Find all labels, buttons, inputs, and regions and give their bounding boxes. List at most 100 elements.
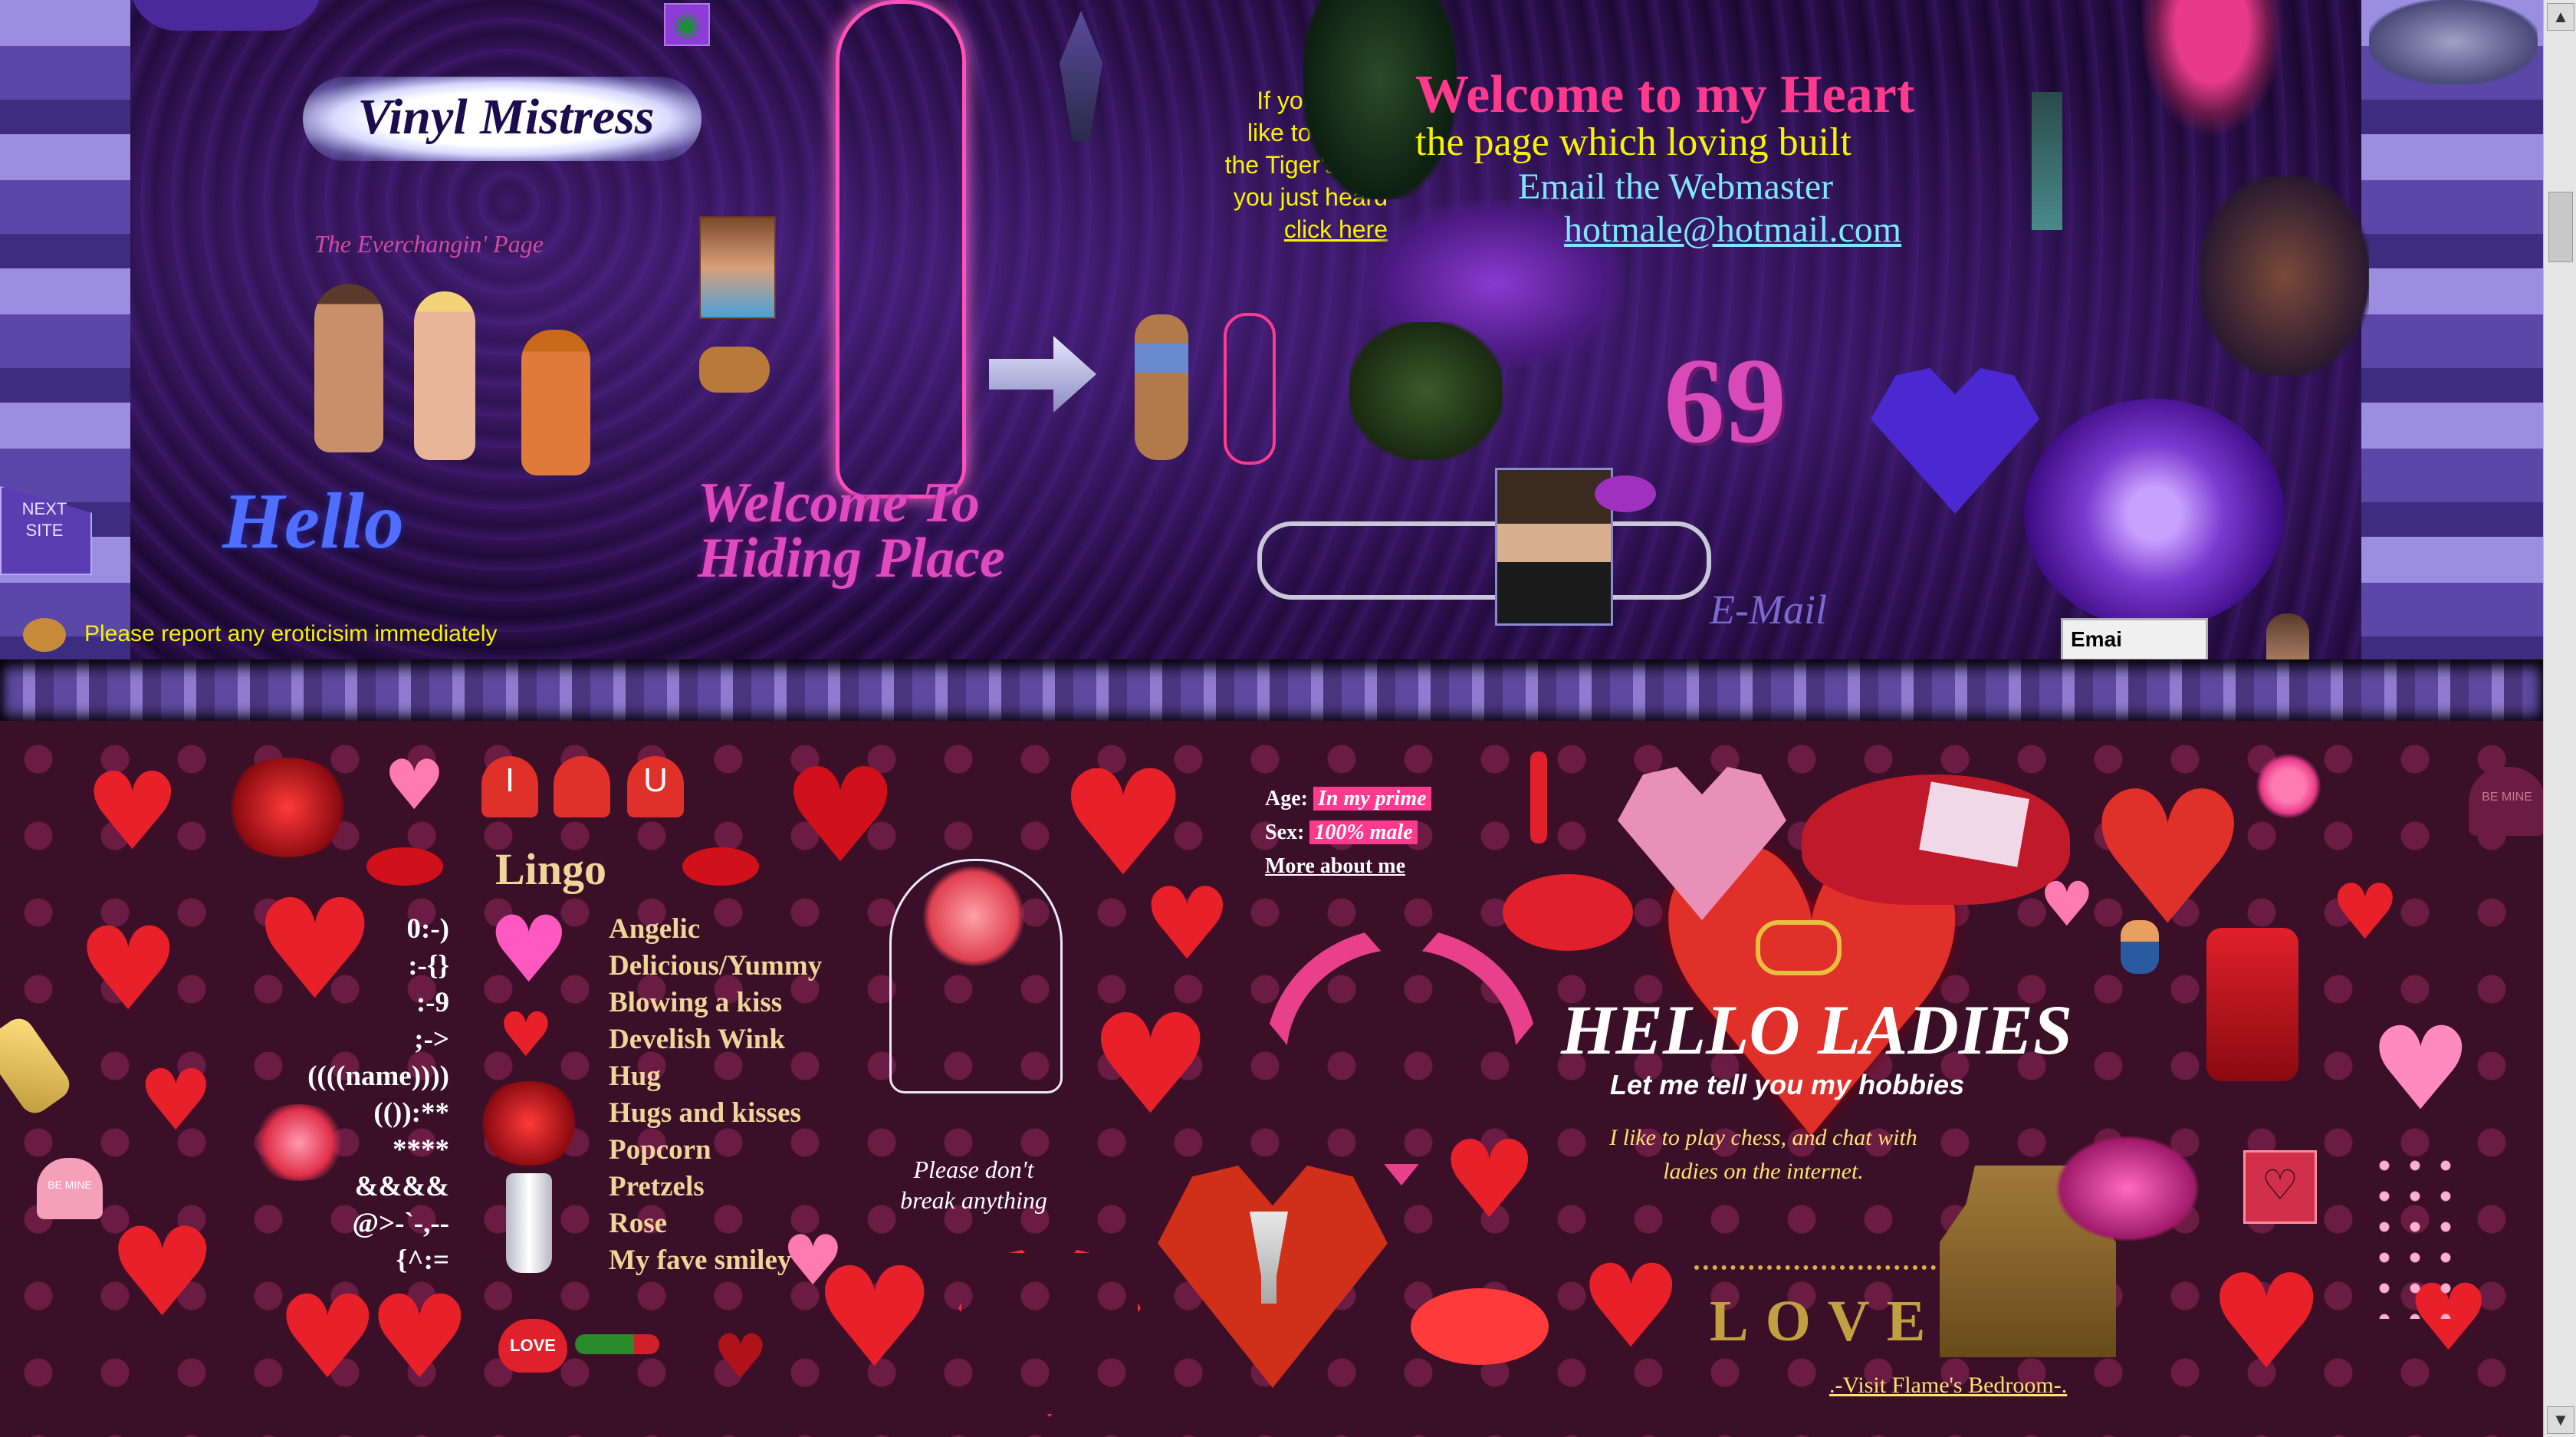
green-lantern xyxy=(2032,92,2062,230)
lingo-meaning: Delicious/Yummy xyxy=(609,950,823,982)
dancer-figure-2 xyxy=(414,291,475,460)
rose-border-strip xyxy=(0,659,2544,724)
lantern-ornament xyxy=(1060,11,1102,141)
heart-icon: ♥ xyxy=(84,750,181,875)
report-notice: Please report any eroticisim immediately xyxy=(84,621,498,646)
age-label: Age: xyxy=(1265,787,1308,811)
lingo-row: :-{} xyxy=(242,949,449,982)
sex-label: Sex: xyxy=(1265,820,1305,844)
hobbies-line-1: I like to play chess, and chat with xyxy=(1609,1125,1917,1150)
lingo-row: {^:= xyxy=(242,1244,449,1277)
caption-line-1: Please don't xyxy=(913,1156,1034,1183)
dancer-figure-1 xyxy=(314,284,383,452)
arrow-right-icon[interactable] xyxy=(989,336,1096,413)
heart-icon: ♥ xyxy=(1579,1241,1683,1374)
site-logo-text: Vinyl Mistress xyxy=(357,89,655,145)
lips-icon xyxy=(682,847,759,886)
lingo-row: :-9 xyxy=(242,986,449,1019)
heart-icon: ♥ xyxy=(2085,751,2251,966)
heart-icon: ♥ xyxy=(1441,1118,1538,1243)
pointing-hand-icon xyxy=(699,347,770,393)
email-script-text[interactable]: E-Mail xyxy=(1710,586,1827,633)
hearts-cluster xyxy=(2369,1150,2453,1319)
rose-dome-caption: Please don't break anything xyxy=(859,1154,1089,1215)
plant-pot xyxy=(1349,322,1503,460)
red-rose-icon xyxy=(222,758,353,857)
wolf-emblem xyxy=(2369,0,2538,84)
neon-dancer-figure xyxy=(1224,313,1276,465)
lips-icon xyxy=(366,847,443,886)
scroll-up-icon[interactable]: ▲ xyxy=(2547,3,2574,31)
hello-ladies-heading: HELLO LADIES xyxy=(1561,991,2073,1069)
lingo-meaning: Hugs and kisses xyxy=(609,1097,801,1129)
sex-value: 100% male xyxy=(1309,820,1418,844)
heart-u-badge: U xyxy=(627,756,684,817)
age-value: In my prime xyxy=(1313,787,1431,811)
lingo-code: 0:-) xyxy=(406,913,449,945)
click-here-link[interactable]: click here xyxy=(1142,213,1388,245)
be-mine-badge: BE MINE xyxy=(2469,767,2545,836)
heart-icon: ♥ xyxy=(107,1201,218,1344)
heart-icon: ♥ xyxy=(498,999,554,1070)
sparkle-heart xyxy=(1871,368,2039,514)
hello-text: Hello xyxy=(222,477,404,565)
dancer-figure-3 xyxy=(521,330,590,475)
lips-sparkle-icon xyxy=(2055,1135,2200,1242)
eye-icon[interactable]: ◉ xyxy=(664,3,710,46)
lips-icon xyxy=(23,618,66,652)
hobbies-line-2: ladies on the internet. xyxy=(1663,1159,1864,1184)
lingo-table: 0:-) Angelic :-{} Delicious/Yummy :-9 Bl… xyxy=(242,913,932,1276)
vertical-scrollbar[interactable]: ▲ ▼ xyxy=(2543,0,2576,1437)
heart-icon: ♥ xyxy=(2331,867,2400,957)
heart-icon: ♥ xyxy=(276,1271,380,1405)
lingo-code: :-9 xyxy=(416,987,449,1018)
heart-icon: ♥ xyxy=(713,1321,768,1393)
scroll-thumb[interactable] xyxy=(2548,192,2573,262)
sex-row: Sex: 100% male xyxy=(1265,816,1431,850)
heart-icon: ♥ xyxy=(2208,1247,2325,1399)
welcome-hiding-place: Welcome To Hiding Place xyxy=(698,472,1005,590)
wedding-rings xyxy=(1756,920,1842,975)
more-about-me-link[interactable]: More about me xyxy=(1265,850,1431,883)
hobbies-text: I like to play chess, and chat with ladi… xyxy=(1595,1121,1932,1189)
cupid-rose xyxy=(245,1104,353,1181)
rose-bouquet-icon xyxy=(475,1081,583,1166)
heart-icon: ♥ xyxy=(383,745,445,826)
bedroom-link[interactable]: .-Visit Flame's Bedroom-. xyxy=(1829,1373,2067,1399)
number-badge: 69 xyxy=(1664,332,1786,469)
heart-icon: ♥ xyxy=(77,903,180,1037)
purple-rose-icon xyxy=(2024,399,2285,629)
lingo-code: ;-> xyxy=(414,1024,449,1055)
site-label: SITE xyxy=(25,521,64,540)
scroll-down-icon[interactable]: ▼ xyxy=(2547,1406,2574,1434)
next-site-label: NEXT SITE xyxy=(6,498,83,541)
neon-figure xyxy=(836,0,966,498)
page-built-subtitle: the page which loving built xyxy=(1415,120,1852,164)
rose-stem-icon xyxy=(575,1334,659,1354)
next-label: NEXT xyxy=(21,499,67,518)
lingo-row: ;-> xyxy=(242,1023,449,1056)
heart-button-icon[interactable]: ♡ xyxy=(2243,1150,2317,1224)
cartoon-boy xyxy=(2121,920,2159,974)
email-address-link[interactable]: hotmale@hotmail.com xyxy=(1564,209,1901,251)
golden-trumpet xyxy=(0,1012,76,1120)
lingo-meaning: Angelic xyxy=(609,913,701,945)
lips-icon xyxy=(1595,475,1656,512)
lips-icon xyxy=(1503,874,1633,951)
lingo-row: 0:-) xyxy=(242,913,449,945)
hearts-section: ♥ ♥ ♥ ♥ ♥ ♥ ♥ ♥ ♥ ♥ ♥ ♥ ♥ ♥ ♥ ♥ ♥ ♥ ♥ ♥ … xyxy=(0,721,2545,1437)
lingo-code: {^:= xyxy=(396,1245,449,1276)
love-word: LOVE xyxy=(1710,1289,1943,1353)
lingo-code: @>-`-,-- xyxy=(352,1208,449,1239)
rose-heart-frame xyxy=(958,1250,1141,1417)
lingo-row: ((((name)))) xyxy=(242,1060,449,1093)
tagline: The Everchangin' Page xyxy=(314,230,544,258)
arrow-heart-icon: ♥ xyxy=(782,741,899,893)
email-input[interactable] xyxy=(2061,618,2208,661)
photo-thumbnail[interactable] xyxy=(699,216,776,319)
profile-panel: Age: In my prime Sex: 100% male More abo… xyxy=(1265,782,1431,883)
mushroom-fairy xyxy=(2139,0,2285,138)
heart-icon: ♥ xyxy=(1142,866,1232,982)
red-bar-ornament xyxy=(1530,751,1547,843)
lips-icon xyxy=(1411,1288,1549,1365)
